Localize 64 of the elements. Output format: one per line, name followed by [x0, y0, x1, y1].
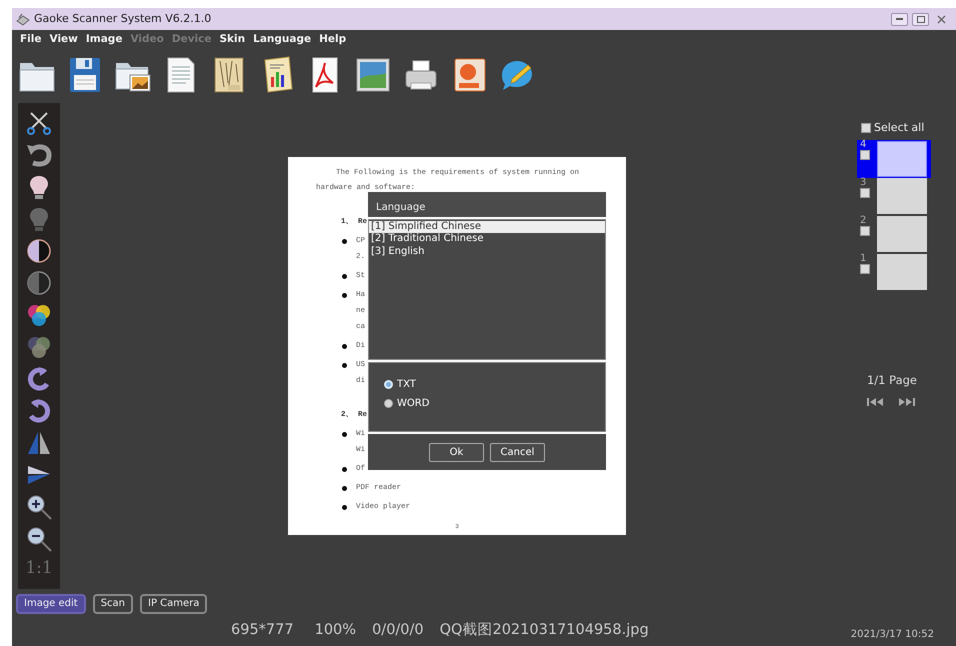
minimize-icon: [896, 18, 903, 20]
status-values: 0/0/0/0: [372, 621, 424, 640]
date-time: 2021/3/17 10:52: [850, 628, 934, 642]
restore-icon: [916, 16, 924, 22]
mode-tab[interactable]: Image edit: [16, 594, 86, 614]
bullet-dot: [342, 504, 347, 510]
menu-item[interactable]: View: [46, 32, 82, 48]
bullet-dot: [342, 344, 347, 348]
page-number-label: 1: [860, 254, 868, 264]
page-thumbnail[interactable]: [877, 216, 927, 254]
first-page-icon[interactable]: [867, 396, 885, 407]
dark-contrast-icon[interactable]: [25, 269, 53, 297]
bullet-dot: [342, 432, 347, 436]
page-indicator: 1/1 Page: [866, 372, 918, 388]
checkbox[interactable]: [860, 188, 870, 198]
page-number-label: 2: [860, 216, 868, 226]
radio-button[interactable]: [384, 399, 393, 408]
minimize-button[interactable]: [891, 12, 908, 26]
menu-item[interactable]: File: [16, 32, 46, 48]
bullet-dot: [342, 238, 347, 244]
bullet-dot: [342, 292, 347, 298]
menu-item[interactable]: Skin: [216, 32, 250, 48]
menu-item[interactable]: Image: [82, 32, 126, 48]
close-icon[interactable]: [937, 14, 946, 24]
page-thumbnail[interactable]: [877, 254, 927, 292]
checkbox[interactable]: [860, 150, 870, 160]
thumbnail-row[interactable]: 1: [857, 254, 931, 292]
checkbox[interactable]: [860, 264, 870, 274]
image-dimensions: 695*777: [231, 621, 294, 640]
checkbox[interactable]: [860, 226, 870, 236]
file-name: QQ截图20210317104958.jpg: [440, 621, 649, 640]
checkbox[interactable]: [861, 123, 871, 134]
dialog-title: Language: [368, 192, 606, 217]
contrast-icon[interactable]: [25, 237, 53, 265]
restore-button[interactable]: [912, 12, 929, 26]
select-all-label: Select all: [874, 120, 924, 136]
zoom-level: 100%: [314, 621, 356, 640]
dialog-button[interactable]: Ok: [429, 442, 484, 462]
bullet-dot: [342, 362, 347, 368]
bullet-dot: [342, 486, 347, 490]
mode-tab[interactable]: Scan: [92, 594, 134, 614]
radio-label: WORD: [397, 397, 430, 412]
menu-item[interactable]: Help: [315, 32, 350, 48]
zoom-out-icon[interactable]: [25, 525, 53, 553]
thumbnail-row[interactable]: 2: [857, 216, 931, 254]
page-number-label: 3: [860, 178, 868, 188]
window-title: Gaoke Scanner System V6.2.1.0: [34, 10, 212, 27]
language-option[interactable]: [3] English: [369, 246, 605, 258]
last-page-icon[interactable]: [897, 396, 915, 407]
bullet-dot: [342, 274, 347, 278]
page-thumbnail[interactable]: [877, 178, 927, 216]
mode-tab[interactable]: IP Camera: [140, 594, 208, 614]
thumbnail-row[interactable]: 4: [857, 140, 931, 178]
thumbnail-row[interactable]: 3: [857, 178, 931, 216]
page-number-label: 4: [860, 140, 868, 150]
page-thumbnail[interactable]: [877, 140, 927, 176]
language-option[interactable]: [2] Traditional Chinese: [369, 233, 605, 246]
language-option[interactable]: [1] Simplified Chinese: [369, 220, 605, 234]
scanner-icon: [16, 12, 30, 26]
dialog-button[interactable]: Cancel: [490, 442, 545, 462]
bullet-dot: [342, 466, 347, 472]
zoom-in-icon[interactable]: [25, 493, 53, 521]
radio-label: TXT: [397, 378, 416, 392]
menu-item[interactable]: Language: [249, 32, 316, 48]
